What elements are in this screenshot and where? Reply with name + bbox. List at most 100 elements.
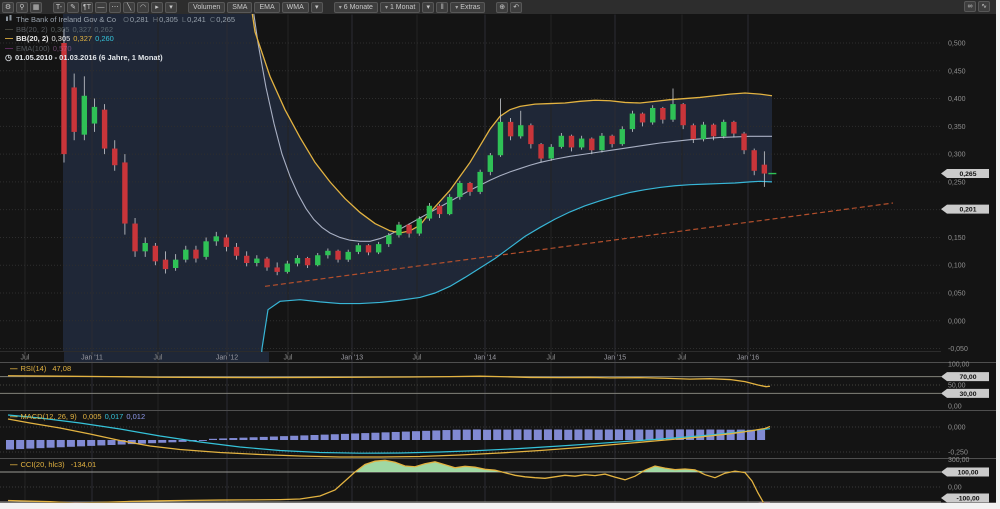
chevron-down-icon: ▾ [385,5,388,11]
chart-canvas[interactable]: 0,5000,4500,4000,3500,3000,2500,1500,100… [0,0,996,503]
axis-label: 0,00 [948,404,962,411]
cci-plot [8,460,770,503]
volume-button[interactable]: Volumen [188,2,225,13]
more-tools-icon[interactable]: ⋯ [109,2,121,13]
interval-button[interactable]: ▾1 Monat [380,2,420,13]
macd-value: 0,017 [105,412,124,421]
bb-overlay-disabled[interactable]: —BB(20, 2)0,3050,3270,262 [5,25,235,35]
horizontal-line-tool-icon[interactable]: — [95,2,107,13]
axis-label: 0,000 [948,425,966,432]
toolbar-corner-buttons: ∞∿ [964,1,990,12]
sma-button[interactable]: SMA [227,2,252,13]
ohlc-value: 0,241 [187,15,206,24]
toolbar-separator [179,7,186,8]
svg-text:30,00: 30,00 [959,391,976,398]
zoom-in-icon[interactable]: ⊕ [496,2,508,13]
axis-label: 50,00 [948,383,966,390]
axis-label: Jul [154,355,163,362]
overlay-value: 0,305 [51,25,70,34]
wma-button[interactable]: WMA [282,2,309,13]
chart-workspace: ⚙⚲▦T-✎¶T—⋯╲◠▸▾VolumenSMAEMAWMA▾▾6 Monate… [0,0,996,503]
ohlc-value: 0,305 [159,15,178,24]
axis-label: 100,00 [948,362,970,369]
cci-name: CCI(20, hlc3) [21,460,65,469]
axis-label: Jan '15 [604,355,626,362]
overlay-value: 0,570 [53,44,72,53]
macd-indicator-label[interactable]: — MACD(12, 26, 9) 0,0050,0170,012 [10,412,145,421]
axis-label: Jan '12 [216,355,238,362]
svg-text:100,00: 100,00 [958,470,979,477]
link-button[interactable]: ∞ [964,1,976,12]
pencil-tool-icon[interactable]: ✎ [67,2,79,13]
interval-dropdown-icon[interactable]: ▾ [422,2,434,13]
price-tag: -100,00 [941,494,989,503]
legend-date-range-row[interactable]: ◷ 01.05.2010 - 01.03.2016 (6 Jahre, 1 Mo… [5,53,235,63]
axis-label: Jul [678,355,687,362]
axis-label: Jan '14 [474,355,496,362]
macd-value: 0,012 [126,412,145,421]
price-tag: 30,00 [941,389,989,398]
rsi-line-swatch: — [10,364,18,373]
toolbar-separator [44,7,51,8]
overlay-name: BB(20, 2) [16,34,49,43]
toolbar-separator [487,7,494,8]
ema-overlay-disabled[interactable]: —EMA(100)0,570 [5,44,235,54]
overlay-value: 0,260 [95,34,114,43]
overlay-name: BB(20, 2) [16,25,48,34]
period-range-button[interactable]: ▾6 Monate [334,2,378,13]
axis-label: Jan '13 [341,355,363,362]
ema-button[interactable]: EMA [254,2,279,13]
undo-icon[interactable]: ↶ [510,2,522,13]
layout-grid-icon[interactable]: ▦ [30,2,42,13]
trading-app-window: ⚙⚲▦T-✎¶T—⋯╲◠▸▾VolumenSMAEMAWMA▾▾6 Monate… [0,0,1000,509]
axis-label: 0,400 [948,96,966,103]
price-tag: 0,265 [941,169,989,178]
overlay-swatch: — [5,34,13,43]
indicator-dropdown[interactable]: ▾ [311,2,323,13]
button-label: Extras [460,4,480,11]
rsi-indicator-label[interactable]: — RSI(14) 47,08 [10,364,71,373]
macd-value: 0,005 [83,412,102,421]
ohlc-key: L [182,15,186,24]
date-range-text: 01.05.2010 - 01.03.2016 (6 Jahre, 1 Mona… [15,53,163,62]
svg-text:0,265: 0,265 [959,171,976,178]
axis-label: 300,00 [948,457,970,464]
annotation-tool-icon[interactable]: ¶T [81,2,93,13]
chevron-down-icon: ▾ [455,5,458,11]
tools-dropdown-icon[interactable]: ▾ [165,2,177,13]
legend-overlay-rows: —BB(20, 2)0,3050,3270,262—BB(20, 2)0,305… [5,25,235,54]
marker-tool-icon[interactable]: ▸ [151,2,163,13]
pulse-button[interactable]: ∿ [978,1,990,12]
trendline-tool-icon[interactable]: ╲ [123,2,135,13]
settings-icon[interactable]: ⚙ [2,2,14,13]
macd-name: MACD(12, 26, 9) [21,412,77,421]
axis-label: 0,350 [948,124,966,131]
axis-label: Jul [284,355,293,362]
svg-text:70,00: 70,00 [959,374,976,381]
axis-label: 0,050 [948,291,966,298]
axis-label: 0,250 [948,179,966,186]
axis-label: 0,500 [948,41,966,48]
ohlc-key: C [210,15,215,24]
text-tool-icon[interactable]: T- [53,2,65,13]
chart-legend: The Bank of Ireland Gov & Co O0,281H0,30… [5,15,235,63]
bb-overlay-active[interactable]: —BB(20, 2)0,3050,3270,260 [5,34,235,44]
axis-label: 0,450 [948,68,966,75]
arc-tool-icon[interactable]: ◠ [137,2,149,13]
axis-label: -0,050 [948,346,968,353]
search-icon[interactable]: ⚲ [16,2,28,13]
axis-label: 0,300 [948,152,966,159]
extras-button[interactable]: ▾Extras [450,2,485,13]
overlay-name: EMA(100) [16,44,50,53]
axis-label: -0,250 [948,450,968,457]
axis-label: Jul [21,355,30,362]
chart-type-icon[interactable]: ‖ [436,2,448,13]
svg-text:0,201: 0,201 [959,207,976,214]
axis-label: Jul [547,355,556,362]
legend-instrument-row[interactable]: The Bank of Ireland Gov & Co O0,281H0,30… [5,15,235,25]
clock-icon: ◷ [5,53,12,62]
overlay-swatch: — [5,44,13,53]
cci-value: -134,01 [71,460,96,469]
ohlc-key: H [153,15,158,24]
cci-indicator-label[interactable]: — CCI(20, hlc3) -134,01 [10,460,96,469]
